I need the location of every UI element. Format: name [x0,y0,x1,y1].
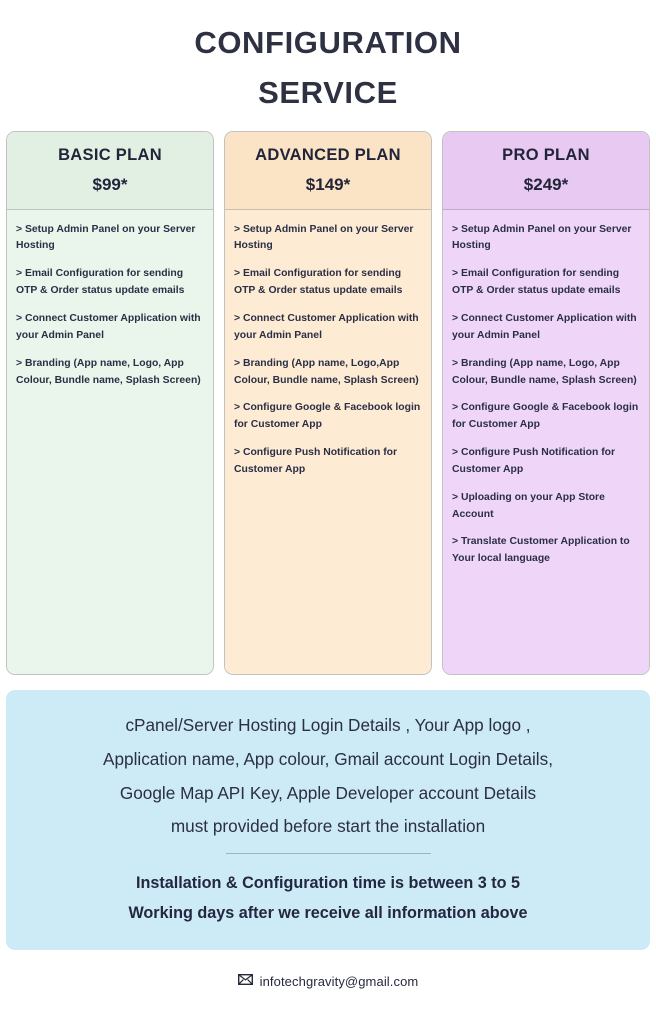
feature-item: > Email Configuration for sending OTP & … [452,268,621,297]
envelope-icon [237,972,253,990]
plan-header-basic: BASIC PLAN $99* [7,132,213,210]
feature-item: > Connect Customer Application with your… [452,313,637,341]
feature-item: > Setup Admin Panel on your Server Hosti… [452,223,632,252]
feature-item: > Configure Push Notification for Custom… [452,447,616,475]
feature-item: > Configure Push Notification for Custom… [234,447,398,475]
footer-contact: infotechgravity@gmail.com [0,972,656,990]
feature-item: > Connect Customer Application with your… [234,313,419,341]
notice-line: must provided before start the installat… [170,816,486,837]
feature-item: > Branding (App name, Logo, App Colour, … [16,357,201,386]
page-title: CONFIGURATION SERVICE [0,0,656,118]
page-title-line-1: CONFIGURATION [194,25,462,60]
notice-line: cPanel/Server Hosting Login Details , Yo… [125,715,531,736]
plan-features-basic: > Setup Admin Panel on your Server Hosti… [7,209,213,675]
plan-name-advanced: ADVANCED PLAN [255,146,401,165]
page-title-line-2: SERVICE [258,75,398,111]
plan-features-pro: > Setup Admin Panel on your Server Hosti… [443,209,649,675]
feature-item: > Configure Google & Facebook login for … [452,402,639,431]
feature-item: > Configure Google & Facebook login for … [234,402,421,431]
notice-line: Google Map API Key, Apple Developer acco… [119,782,537,803]
feature-item: > Setup Admin Panel on your Server Hosti… [234,223,414,252]
plan-name-pro: PRO PLAN [502,146,590,165]
plan-header-pro: PRO PLAN $249* [443,132,649,210]
feature-item: > Email Configuration for sending OTP & … [234,268,403,297]
plan-card-pro[interactable]: PRO PLAN $249* > Setup Admin Panel on yo… [442,131,650,676]
plan-price-pro: $249* [523,175,569,195]
notice-strong-line: Working days after we receive all inform… [128,904,528,923]
feature-item: > Translate Customer Application to Your… [452,536,630,565]
plan-card-advanced[interactable]: ADVANCED PLAN $149* > Setup Admin Panel … [224,131,432,676]
footer-email-text[interactable]: infotechgravity@gmail.com [260,974,419,989]
configuration-service-page: CONFIGURATION SERVICE BASIC PLAN $99* > … [0,0,656,1024]
pricing-plans-row: BASIC PLAN $99* > Setup Admin Panel on y… [0,131,656,676]
plan-header-advanced: ADVANCED PLAN $149* [225,132,431,210]
feature-item: > Email Configuration for sending OTP & … [16,268,185,297]
feature-item: > Branding (App name, Logo, App Colour, … [452,357,637,386]
notice-divider [225,852,431,854]
requirements-notice-box: cPanel/Server Hosting Login Details , Yo… [6,690,650,951]
notice-strong-line: Installation & Configuration time is bet… [135,873,521,892]
plan-name-basic: BASIC PLAN [58,146,162,165]
feature-item: > Setup Admin Panel on your Server Hosti… [16,223,196,252]
plan-price-advanced: $149* [305,175,351,195]
plan-card-basic[interactable]: BASIC PLAN $99* > Setup Admin Panel on y… [6,131,214,676]
feature-item: > Branding (App name, Logo,App Colour, B… [234,357,419,386]
notice-line: Application name, App colour, Gmail acco… [103,748,553,769]
plan-features-advanced: > Setup Admin Panel on your Server Hosti… [225,209,431,675]
feature-item: > Connect Customer Application with your… [16,313,201,341]
feature-item: > Uploading on your App Store Account [452,491,605,520]
plan-price-basic: $99* [92,175,128,195]
